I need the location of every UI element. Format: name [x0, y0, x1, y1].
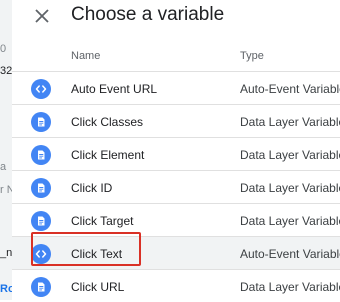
document-icon	[31, 211, 51, 231]
document-icon	[31, 145, 51, 165]
variable-name: Click Element	[71, 148, 145, 162]
dialog-header: Choose a variable	[12, 0, 340, 34]
variable-name: Click Target	[71, 214, 134, 228]
variable-type: Data Layer Variable	[240, 214, 340, 228]
document-icon	[31, 112, 51, 132]
variable-row[interactable]: Click URL Data Layer Variable	[12, 269, 340, 302]
close-icon	[35, 9, 49, 23]
variable-type: Auto-Event Variable	[240, 82, 340, 96]
background-text: 32	[0, 65, 12, 77]
variable-row[interactable]: Click ID Data Layer Variable	[12, 170, 340, 203]
variable-row[interactable]: Click Classes Data Layer Variable	[12, 104, 340, 137]
background-text: r N	[0, 184, 12, 196]
variable-name: Click Classes	[71, 115, 144, 129]
background-text: _na	[0, 247, 12, 259]
document-icon	[31, 178, 51, 198]
variable-name: Auto Event URL	[71, 82, 158, 96]
choose-variable-dialog: Choose a variable Name Type Auto Event U…	[12, 0, 340, 300]
variable-row[interactable]: Auto Event URL Auto-Event Variable	[12, 71, 340, 104]
code-icon	[31, 79, 51, 99]
column-header-name[interactable]: Name	[71, 50, 100, 62]
background-text: 0	[0, 43, 7, 55]
close-button[interactable]	[31, 5, 53, 27]
variable-type: Data Layer Variable	[240, 181, 340, 195]
column-header-type[interactable]: Type	[240, 50, 264, 62]
variable-name: Click ID	[71, 181, 113, 195]
variable-row[interactable]: Click Target Data Layer Variable	[12, 203, 340, 236]
variable-type: Data Layer Variable	[240, 280, 340, 294]
variable-row[interactable]: Click Element Data Layer Variable	[12, 137, 340, 170]
variable-name: Click URL	[71, 280, 125, 294]
variable-name: Click Text	[71, 247, 123, 261]
variable-type: Data Layer Variable	[240, 148, 340, 162]
dialog-title: Choose a variable	[71, 4, 225, 25]
variable-type: Auto-Event Variable	[240, 247, 340, 261]
document-icon	[31, 277, 51, 297]
code-icon	[31, 244, 51, 264]
variable-row[interactable]: Click Text Auto-Event Variable	[12, 236, 340, 269]
variable-type: Data Layer Variable	[240, 115, 340, 129]
background-link[interactable]: Ro	[0, 283, 12, 295]
background-text: a	[0, 161, 7, 173]
